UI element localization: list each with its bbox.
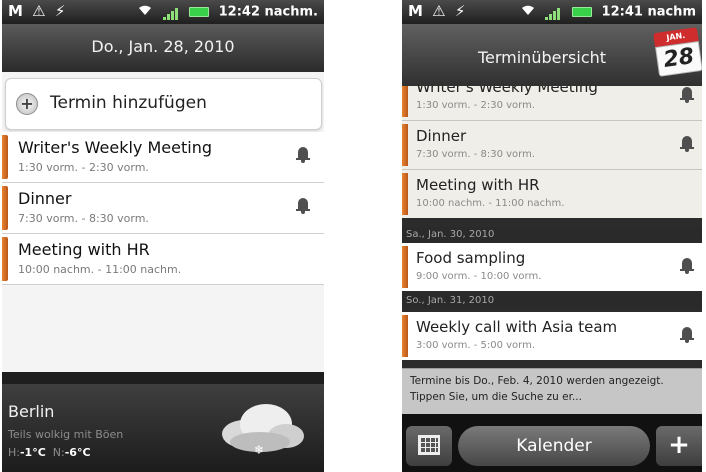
status-right: 12:42 nachm.	[138, 4, 318, 20]
bell-icon	[680, 257, 694, 275]
event-time: 10:00 nachm. - 11:00 nachm.	[18, 263, 182, 276]
event-title: Writer's Weekly Meeting	[416, 86, 598, 96]
agenda-header: Terminübersicht JAN. 28	[402, 24, 702, 86]
event-time: 3:00 vorm. - 5:00 vorm.	[416, 340, 536, 351]
left-phone-screen: M ⚠ ⚡ 12:42 nachm. Do., Jan. 28, 2010 + …	[2, 0, 324, 472]
search-range-notice[interactable]: Termine bis Do., Feb. 4, 2010 werden ang…	[402, 368, 702, 414]
signal-icon	[545, 5, 561, 20]
event-time: 1:30 vorm. - 2:30 vorm.	[18, 161, 149, 174]
status-bar: M ⚠ ⚡ 12:42 nachm.	[2, 0, 324, 24]
agenda-list[interactable]: Writer's Weekly Meeting 1:30 vorm. - 2:3…	[402, 86, 702, 368]
add-event-button[interactable]: + Termin hinzufügen	[5, 78, 322, 130]
add-event-button[interactable]: +	[656, 426, 702, 466]
event-time: 9:00 vorm. - 10:00 vorm.	[416, 271, 542, 282]
status-bar: M ⚠ ⚡ 12:41 nachm	[402, 0, 702, 24]
calendar-color-stripe	[402, 246, 408, 288]
day-header: Sa., Jan. 30, 2010	[402, 227, 702, 243]
list-item[interactable]: Weekly call with Asia team 3:00 vorm. - …	[402, 312, 702, 360]
event-title: Food sampling	[416, 249, 526, 267]
add-event-label: Termin hinzufügen	[50, 93, 207, 113]
clock: 12:42 nachm.	[218, 4, 318, 20]
bell-icon	[296, 197, 310, 215]
event-time: 1:30 vorm. - 2:30 vorm.	[416, 100, 536, 111]
weather-city: Berlin	[8, 402, 55, 421]
battery-icon	[189, 7, 210, 17]
svg-text:❄: ❄	[254, 443, 264, 457]
list-item[interactable]: Food sampling 9:00 vorm. - 10:00 vorm.	[402, 243, 702, 291]
date-header[interactable]: Do., Jan. 28, 2010	[2, 24, 324, 72]
event-time: 10:00 nachm. - 11:00 nachm.	[416, 198, 565, 209]
event-time: 7:30 vorm. - 8:30 vorm.	[18, 212, 149, 225]
notification-icons: M ⚠ ⚡	[408, 2, 468, 20]
weather-temps: H:-1°C N:-6°C	[8, 446, 91, 459]
calendar-color-stripe	[402, 315, 408, 357]
bell-icon	[680, 135, 694, 153]
day-header: So., Jan. 31, 2010	[402, 293, 702, 309]
calendar-grid-icon	[418, 435, 440, 455]
event-title: Meeting with HR	[416, 176, 540, 194]
list-item[interactable]: Writer's Weekly Meeting 1:30 vorm. - 2:3…	[2, 132, 324, 183]
bell-icon	[680, 86, 694, 104]
list-item[interactable]: Meeting with HR 10:00 nachm. - 11:00 nac…	[402, 170, 702, 218]
weather-widget[interactable]: Berlin Teils wolkig mit Böen H:-1°C N:-6…	[2, 384, 324, 472]
calendar-tab[interactable]: Kalender	[458, 426, 650, 466]
calendar-icon: JAN. 28	[653, 27, 702, 77]
signal-icon	[162, 5, 179, 20]
wifi-icon	[138, 4, 152, 20]
status-right: 12:41 nachm	[521, 4, 696, 20]
list-item[interactable]: Meeting with HR 10:00 nachm. - 11:00 nac…	[2, 234, 324, 285]
month-view-button[interactable]	[406, 426, 452, 466]
calendar-color-stripe	[2, 135, 8, 179]
calendar-color-stripe	[2, 186, 8, 230]
calendar-color-stripe	[2, 237, 8, 281]
wifi-icon	[521, 4, 535, 20]
event-title: Weekly call with Asia team	[416, 318, 618, 336]
list-item[interactable]: Dinner 7:30 vorm. - 8:30 vorm.	[2, 183, 324, 234]
event-title: Meeting with HR	[18, 240, 150, 259]
right-phone-screen: M ⚠ ⚡ 12:41 nachm Terminübersicht JAN. 2…	[402, 0, 702, 472]
event-title: Writer's Weekly Meeting	[18, 138, 212, 157]
event-title: Dinner	[18, 189, 72, 208]
event-time: 7:30 vorm. - 8:30 vorm.	[416, 149, 536, 160]
bell-icon	[296, 146, 310, 164]
clock: 12:41 nachm	[601, 4, 696, 20]
bell-icon	[680, 326, 694, 344]
snow-cloud-icon: ❄	[214, 394, 310, 462]
calendar-color-stripe	[402, 86, 408, 117]
bottom-bar: Kalender +	[402, 414, 702, 472]
battery-icon	[572, 7, 593, 17]
list-item[interactable]: Writer's Weekly Meeting 1:30 vorm. - 2:3…	[402, 86, 702, 120]
plus-icon: +	[16, 93, 38, 115]
event-list: + Termin hinzufügen Writer's Weekly Meet…	[2, 72, 324, 372]
weather-condition: Teils wolkig mit Böen	[8, 428, 124, 441]
event-title: Dinner	[416, 127, 467, 145]
list-item[interactable]: Dinner 7:30 vorm. - 8:30 vorm.	[402, 121, 702, 169]
calendar-color-stripe	[402, 173, 408, 215]
calendar-color-stripe	[402, 124, 408, 166]
notification-icons: M ⚠ ⚡	[8, 2, 68, 20]
